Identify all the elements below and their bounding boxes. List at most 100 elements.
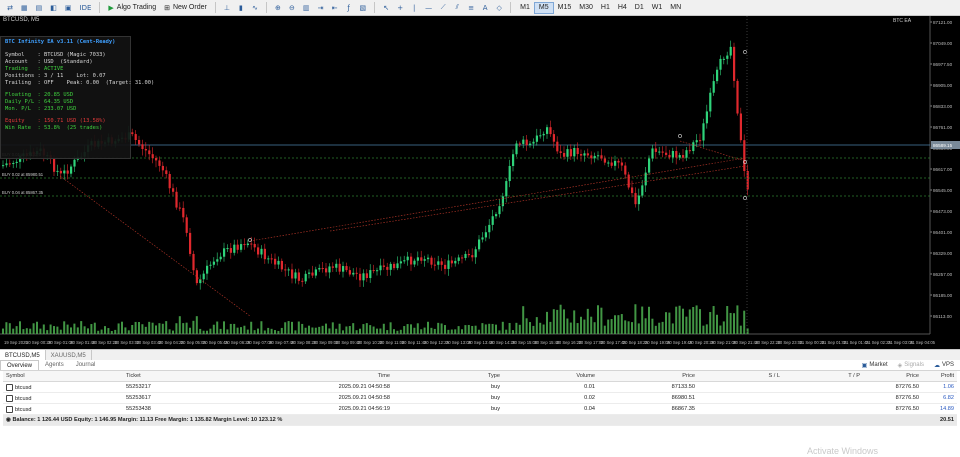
indicators-icon[interactable]: ƒ [343,2,355,14]
chart-shift-icon[interactable]: ⇤ [329,2,341,14]
market-icon[interactable]: ▤ [33,2,46,14]
candle-body [423,259,426,261]
volume-bar [141,324,144,334]
candle-body [250,243,253,245]
volume-bar [478,329,480,334]
channel-icon[interactable]: ⫽ [451,2,463,14]
col-ticket[interactable]: Ticket [123,371,233,382]
candle-body [607,162,610,164]
volume-bar [535,317,538,334]
volume-bar [423,327,426,334]
timeframe-m30-button[interactable]: M30 [575,2,597,14]
timeframe-w1-button[interactable]: W1 [648,2,667,14]
tab-overview[interactable]: Overview [0,360,40,370]
algo-trading-button[interactable]: ▶ Algo Trading [105,2,159,14]
candle-body [457,257,460,261]
candle-body [559,151,562,153]
vertical-line-icon[interactable]: | [408,2,420,14]
volume-bar [59,329,62,334]
candle-body [396,263,399,269]
candle-body [131,132,134,135]
fibonacci-icon[interactable]: ≡ [465,2,477,14]
timeframe-m1-button[interactable]: M1 [516,2,534,14]
trendline-icon[interactable]: ⟋ [437,2,449,14]
ea-corner-label: BTC EA [893,18,912,24]
candle-body [743,140,746,171]
text-tool-icon[interactable]: A [479,2,491,14]
candle-body [325,268,328,273]
candle-body [403,260,406,262]
col-type[interactable]: Type [393,371,503,382]
volume-bar [597,305,599,334]
volume-bar [233,323,236,334]
col-sl[interactable]: S / L [698,371,783,382]
vps-link[interactable]: ☁ VPS [934,362,954,369]
table-row[interactable]: btcusd 55253617 2025.09.21 04:50:58 buy 0.02… [3,392,957,404]
candle-body [386,266,389,270]
zoom-in-icon[interactable]: ⊕ [272,2,284,14]
col-price[interactable]: Price [598,371,698,382]
volume-bar [505,329,508,334]
new-order-label: New Order [172,4,207,11]
price-chart[interactable]: 87121.00 87049.00 86977.50 86905.00 86833.00… [0,16,960,349]
col-tp[interactable]: T / P [783,371,863,382]
volume-bar [314,327,317,334]
candle-body [627,174,630,188]
cell-profit: 6.82 [922,392,957,404]
volume-bar [155,325,157,334]
table-row[interactable]: btcusd 55253217 2025.09.21 04:50:58 buy 0.01… [3,381,957,393]
volume-bar [121,321,123,334]
toolbar-separator [265,2,267,13]
templates-icon[interactable]: ▧ [357,2,370,14]
col-symbol[interactable]: Symbol [3,371,123,382]
cell-price: 86867.35 [598,403,698,415]
toolbar-separator [214,2,216,13]
candle-body [53,158,56,172]
ea-daily-pnl: Daily P/L : 64.35 USD [5,99,74,105]
market-link[interactable]: ▣ Market [862,362,888,369]
candle-body [338,263,341,272]
timeframe-d1-button[interactable]: D1 [631,2,648,14]
cursor-icon[interactable]: ↖ [380,2,392,14]
col-profit[interactable]: Profit [922,371,957,382]
signals-link[interactable]: ◈ Signals [898,362,924,369]
table-row[interactable]: btcusd 55253438 2025.09.21 04:56:19 buy 0.04… [3,403,957,415]
bar-chart-icon[interactable]: ⊥ [221,2,233,14]
tab-agents[interactable]: Agents [39,360,70,370]
symbol-text: btcusd [15,406,32,413]
timeframe-m5-button[interactable]: M5 [533,1,554,14]
col-time[interactable]: Time [233,371,393,382]
autoscroll-icon[interactable]: ⇥ [315,2,327,14]
ide-button[interactable]: IDE [77,2,95,14]
timeframe-h1-button[interactable]: H1 [597,2,614,14]
horizontal-line-icon[interactable]: — [422,2,435,14]
volume-bar [471,325,474,334]
candle-chart-icon[interactable]: ▮ [235,2,247,14]
timeframe-mn-button[interactable]: MN [666,2,685,14]
price-tick-label: 87049.00 [933,41,953,46]
col-current-price[interactable]: Price [863,371,922,382]
line-chart-icon[interactable]: ∿ [249,2,261,14]
volume-bar [607,319,610,334]
timeframe-h4-button[interactable]: H4 [614,2,631,14]
volume-bar [100,329,103,334]
volume-bar [325,323,327,334]
candle-body [355,272,358,274]
candle-body [678,155,681,158]
volume-bar [165,321,168,334]
tab-journal[interactable]: Journal [70,360,102,370]
crosshair-icon[interactable]: + [394,2,406,14]
new-order-button[interactable]: ⊞ New Order [161,2,210,14]
shapes-icon[interactable]: ◇ [493,2,505,14]
chart-icon[interactable]: ▦ [18,2,31,14]
timeframe-m15-button[interactable]: M15 [554,2,576,14]
trade-icon[interactable]: ⇄ [4,2,16,14]
grid-icon[interactable]: ▥ [300,2,313,14]
volume-bar [420,329,423,334]
col-volume[interactable]: Volume [503,371,598,382]
zoom-out-icon[interactable]: ⊖ [286,2,298,14]
candle-body [586,153,589,156]
navigator-icon[interactable]: ◧ [47,2,60,14]
candle-body [274,258,277,265]
tester-icon[interactable]: ▣ [62,2,75,14]
